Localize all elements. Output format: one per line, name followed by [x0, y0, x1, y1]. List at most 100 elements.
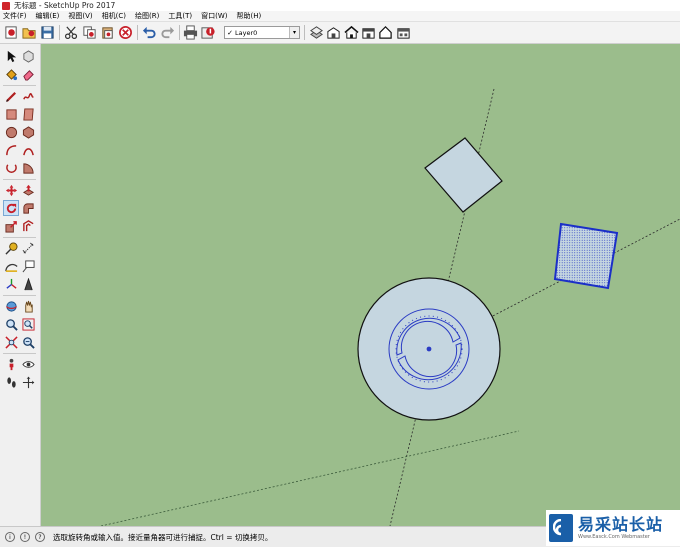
eraser-tool[interactable] [20, 66, 36, 82]
circle-tool[interactable] [3, 124, 19, 140]
push-pull-tool[interactable] [20, 182, 36, 198]
protractor-tool[interactable] [3, 258, 19, 274]
model-canvas[interactable] [41, 44, 680, 526]
tape-measure-tool[interactable] [3, 240, 19, 256]
component-icon [22, 49, 34, 63]
watermark-title: 易采站长站 [578, 514, 664, 534]
arc-tool[interactable] [3, 142, 19, 158]
title-bar: 无标题 - SketchUp Pro 2017 [0, 0, 680, 11]
rotated-rectangle-tool[interactable] [20, 106, 36, 122]
zoom-extents-icon [4, 335, 18, 349]
rectangle-icon [5, 108, 17, 120]
layers-icon [310, 26, 323, 39]
paste-button[interactable] [99, 24, 116, 41]
orbit-icon [5, 300, 17, 312]
arc-icon [5, 144, 16, 155]
drawing-area[interactable] [41, 44, 680, 526]
menu-help[interactable]: 帮助(H) [233, 11, 267, 21]
paste-icon [102, 27, 113, 39]
previous-view-tool[interactable] [20, 334, 36, 350]
section-plane-tool[interactable] [20, 374, 36, 390]
rectangle-tool[interactable] [3, 106, 19, 122]
axes-icon [5, 278, 17, 289]
watermark-url: Www.Easck.Com Webmaster [578, 533, 650, 540]
new-file-icon [5, 26, 17, 39]
3d-text-tool[interactable] [20, 276, 36, 292]
menu-view[interactable]: 视图(V) [65, 11, 98, 21]
new-file-button[interactable] [3, 24, 20, 41]
rotate-tool[interactable] [3, 200, 19, 216]
pan-tool[interactable] [20, 298, 36, 314]
follow-me-tool[interactable] [20, 200, 36, 216]
polygon-tool[interactable] [20, 124, 36, 140]
menu-edit[interactable]: 编辑(E) [33, 11, 66, 21]
menu-tools[interactable]: 工具(T) [165, 11, 198, 21]
save-disk-icon [41, 26, 54, 39]
make-component-tool[interactable] [20, 48, 36, 64]
open-file-button[interactable] [21, 24, 38, 41]
print-button[interactable] [182, 24, 199, 41]
two-point-arc-tool[interactable] [20, 142, 36, 158]
look-around-tool[interactable] [20, 356, 36, 372]
axes-tool[interactable] [3, 276, 19, 292]
menu-window[interactable]: 窗口(W) [198, 11, 233, 21]
undo-button[interactable] [141, 24, 158, 41]
layer-dropdown[interactable]: ✓ Layer0 ▾ [224, 26, 300, 39]
window-title: 无标题 - SketchUp Pro 2017 [14, 1, 116, 10]
dimension-tool[interactable] [20, 240, 36, 256]
iso-view-button[interactable] [325, 24, 342, 41]
zoom-extents-tool[interactable] [3, 334, 19, 350]
move-tool[interactable] [3, 182, 19, 198]
right-view-button[interactable] [377, 24, 394, 41]
walk-tool[interactable] [3, 374, 19, 390]
menu-file[interactable]: 文件(F) [0, 11, 33, 21]
section-plane-icon [22, 376, 34, 388]
offset-icon [22, 219, 34, 231]
dropdown-arrow-icon[interactable]: ▾ [289, 27, 299, 38]
zoom-tool[interactable] [3, 316, 19, 332]
square-face[interactable] [424, 137, 503, 213]
pie-tool[interactable] [20, 160, 36, 176]
copy-button[interactable] [81, 24, 98, 41]
house-icon [344, 25, 359, 39]
delete-circle-icon [119, 26, 132, 39]
menu-bar: 文件(F) 编辑(E) 视图(V) 相机(C) 绘图(R) 工具(T) 窗口(W… [0, 11, 680, 22]
three-point-arc-tool[interactable] [3, 160, 19, 176]
save-button[interactable] [39, 24, 56, 41]
freehand-tool[interactable] [20, 88, 36, 104]
instructor-icon[interactable]: ! [20, 532, 30, 542]
menu-camera[interactable]: 相机(C) [99, 11, 132, 21]
orbit-tool[interactable] [3, 298, 19, 314]
top-view-button[interactable] [343, 24, 360, 41]
paint-bucket-tool[interactable] [3, 66, 19, 82]
pencil-icon [5, 91, 16, 102]
cut-button[interactable] [63, 24, 80, 41]
left-tool-palette [0, 44, 41, 526]
protractor-icon [4, 263, 18, 272]
redo-button[interactable] [159, 24, 176, 41]
text-tool[interactable] [20, 258, 36, 274]
select-tool[interactable] [3, 48, 19, 64]
scale-tool[interactable] [3, 218, 19, 234]
3d-text-icon [23, 277, 33, 290]
layer-manager-button[interactable] [308, 24, 325, 41]
front-view-button[interactable] [360, 24, 377, 41]
eye-icon [21, 360, 35, 368]
move-arrows-icon [5, 184, 17, 196]
help-icon[interactable]: ? [35, 532, 45, 542]
offset-tool[interactable] [20, 218, 36, 234]
erase-selection-button[interactable] [117, 24, 134, 41]
line-tool[interactable] [3, 88, 19, 104]
menu-draw[interactable]: 绘图(R) [132, 11, 165, 21]
footprints-icon [6, 376, 16, 388]
model-info-button[interactable] [200, 24, 217, 41]
rotated-rectangle-icon [22, 107, 34, 121]
zoom-window-tool[interactable] [20, 316, 36, 332]
selected-square-face[interactable] [553, 222, 619, 290]
position-camera-tool[interactable] [3, 356, 19, 372]
freehand-icon [22, 92, 34, 100]
three-point-arc-icon [5, 163, 17, 173]
previous-view-icon [22, 336, 35, 349]
back-view-button[interactable] [395, 24, 412, 41]
info-icon[interactable]: i [5, 532, 15, 542]
